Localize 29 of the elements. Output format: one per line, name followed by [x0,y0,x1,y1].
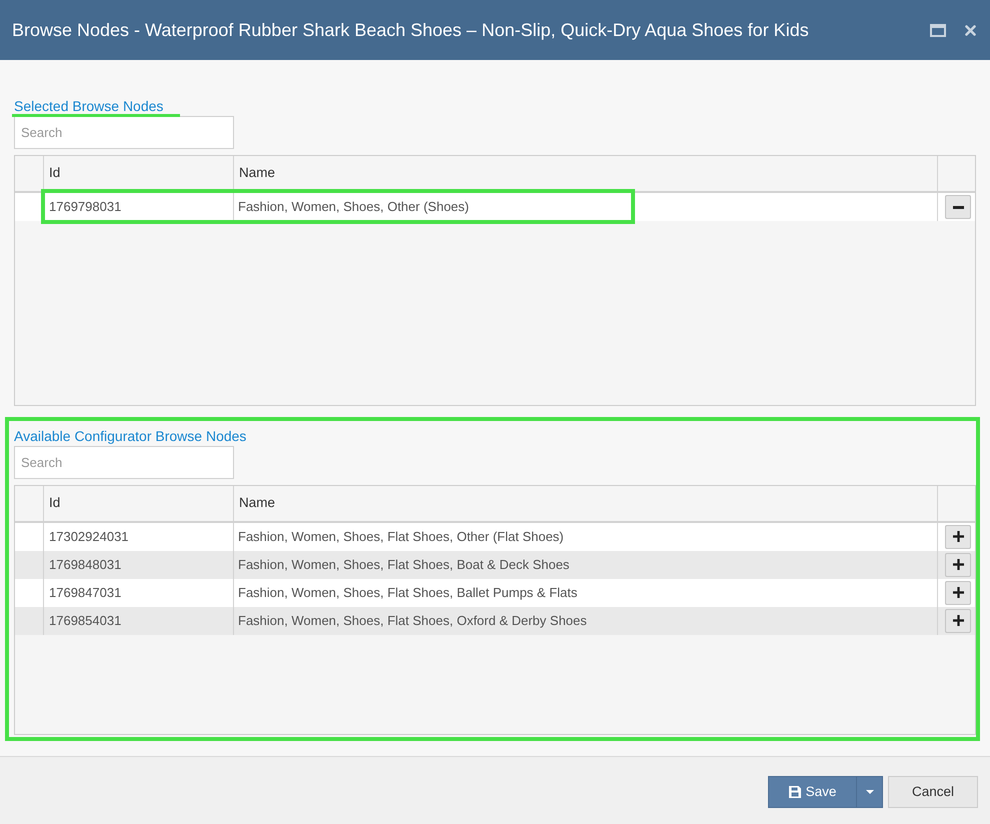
dropdown-button[interactable] [857,776,883,808]
remove-button[interactable] [945,195,971,219]
section-heading: Selected Browse Nodes [14,97,164,115]
minus-icon [952,206,964,208]
section-heading: Available Configurator Browse Nodes [14,426,246,444]
table-cell: 1769798031 [44,193,234,221]
add-button[interactable] [945,524,971,548]
add-button[interactable] [945,552,971,576]
table-cell: Fashion, Women, Shoes, Other (Shoes) [234,193,938,221]
add-button[interactable] [945,608,971,632]
plus-icon [952,615,964,626]
close-icon[interactable] [965,24,976,36]
plus-icon [952,559,964,570]
add-button[interactable] [945,580,971,604]
column-header: Id [49,164,60,182]
cancel-button[interactable]: Cancel [888,776,978,808]
table-cell: 1769854031 [44,606,234,634]
window-title: Browse Nodes - Waterproof Rubber Shark Beach Shoes – Non-Slip, Quick-Dry Aqua Shoes for Kids [12,18,810,42]
plus-icon [952,531,964,542]
column-header: Id [49,494,60,512]
caret-down-icon [866,790,874,794]
column-header: Name [239,164,276,182]
save-button[interactable]: Save [768,776,857,808]
plus-icon [952,587,964,598]
column-header: Name [239,494,276,512]
search-field[interactable]: Search [14,446,234,478]
maximize-icon[interactable] [930,24,946,36]
search-field[interactable]: Search [14,116,234,149]
table-cell: Fashion, Women, Shoes, Flat Shoes, Oxford & Derby Shoes [234,606,938,634]
